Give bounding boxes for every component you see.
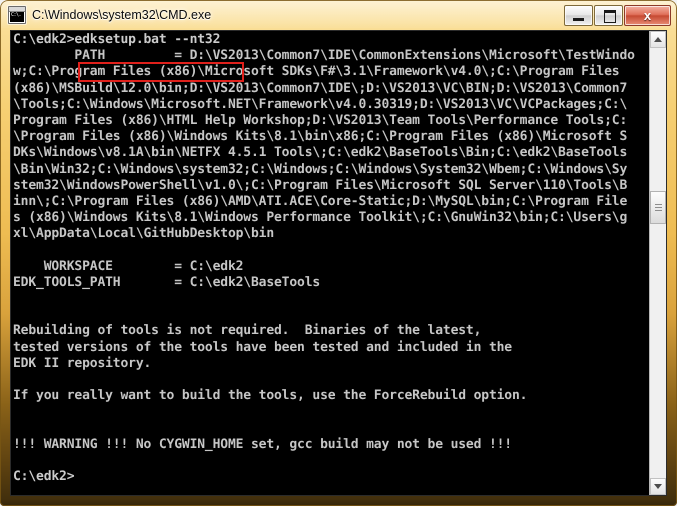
desktop-background: C:\. C:\Windows\system32\CMD.exe x C:\ed…	[0, 0, 677, 506]
maximize-icon	[604, 9, 616, 23]
cmd-window: C:\. C:\Windows\system32\CMD.exe x C:\ed…	[0, 0, 677, 506]
console-line: \Program Files (x86)\Windows Kits\8.1\bi…	[13, 129, 628, 145]
console-line: PATH = D:\VS2013\Common7\IDE\CommonExten…	[13, 48, 635, 64]
console-line: (x86)\MSBuild\12.0\bin;D:\VS2013\Common7…	[13, 80, 628, 96]
scroll-up-button[interactable]	[650, 31, 666, 48]
console-line: \Bin\Win32;C:\Windows\system32;C:\Window…	[13, 161, 628, 177]
console-line: !!! WARNING !!! No CYGWIN_HOME set, gcc …	[13, 436, 512, 452]
console-line: If you really want to build the tools, u…	[13, 388, 528, 404]
maximize-button[interactable]	[594, 4, 623, 26]
window-title: C:\Windows\system32\CMD.exe	[32, 8, 212, 22]
console-line: Program Files (x86)\HTML Help Workshop;D…	[13, 112, 628, 128]
cmd-icon: C:\.	[8, 6, 26, 24]
console-line: tested versions of the tools have been t…	[13, 339, 512, 355]
console-line: DKs\Windows\v8.1A\bin\NETFX 4.5.1 Tools\…	[13, 145, 628, 161]
console-line: Rebuilding of tools is not required. Bin…	[13, 323, 482, 339]
console-line: s (x86)\Windows Kits\8.1\Windows Perform…	[13, 210, 628, 226]
chevron-up-icon	[654, 37, 662, 42]
scroll-thumb[interactable]	[650, 191, 666, 224]
console-client-area[interactable]: C:\edk2>edksetup.bat --nt32 PATH = D:\VS…	[10, 30, 667, 496]
close-button[interactable]: x	[624, 4, 671, 26]
console-line: w;C:\Program Files (x86)\Microsoft SDKs\…	[13, 64, 620, 80]
close-icon: x	[643, 7, 652, 23]
window-controls: x	[563, 4, 671, 26]
console-scrollbar[interactable]	[649, 31, 666, 495]
console-line: WORKSPACE = C:\edk2	[13, 258, 244, 274]
minimize-button[interactable]	[564, 4, 593, 26]
chevron-down-icon	[654, 484, 662, 489]
scroll-down-button[interactable]	[650, 478, 666, 495]
console-output: C:\edk2>edksetup.bat --nt32 PATH = D:\VS…	[13, 32, 648, 485]
console-line: xl\AppData\Local\GitHubDesktop\bin	[13, 226, 275, 242]
console-line: C:\edk2>	[13, 469, 75, 485]
console-line: \Tools;C:\Windows\Microsoft.NET\Framewor…	[13, 96, 628, 112]
console-line: EDK_TOOLS_PATH = C:\edk2\BaseTools	[13, 274, 321, 290]
console-line: C:\edk2>edksetup.bat --nt32	[13, 32, 221, 47]
title-bar[interactable]: C:\. C:\Windows\system32\CMD.exe x	[0, 0, 677, 30]
minimize-icon	[573, 17, 584, 21]
console-line: inn\;C:\Program Files (x86)\AMD\ATI.ACE\…	[13, 193, 628, 209]
console-line: EDK II repository.	[13, 355, 152, 371]
console-line: stem32\WindowsPowerShell\v1.0\;C:\Progra…	[13, 177, 628, 193]
cmd-icon-screen: C:\.	[10, 12, 24, 22]
scroll-thumb-grip-icon	[654, 204, 662, 211]
window-bottom-shadow	[0, 500, 677, 506]
